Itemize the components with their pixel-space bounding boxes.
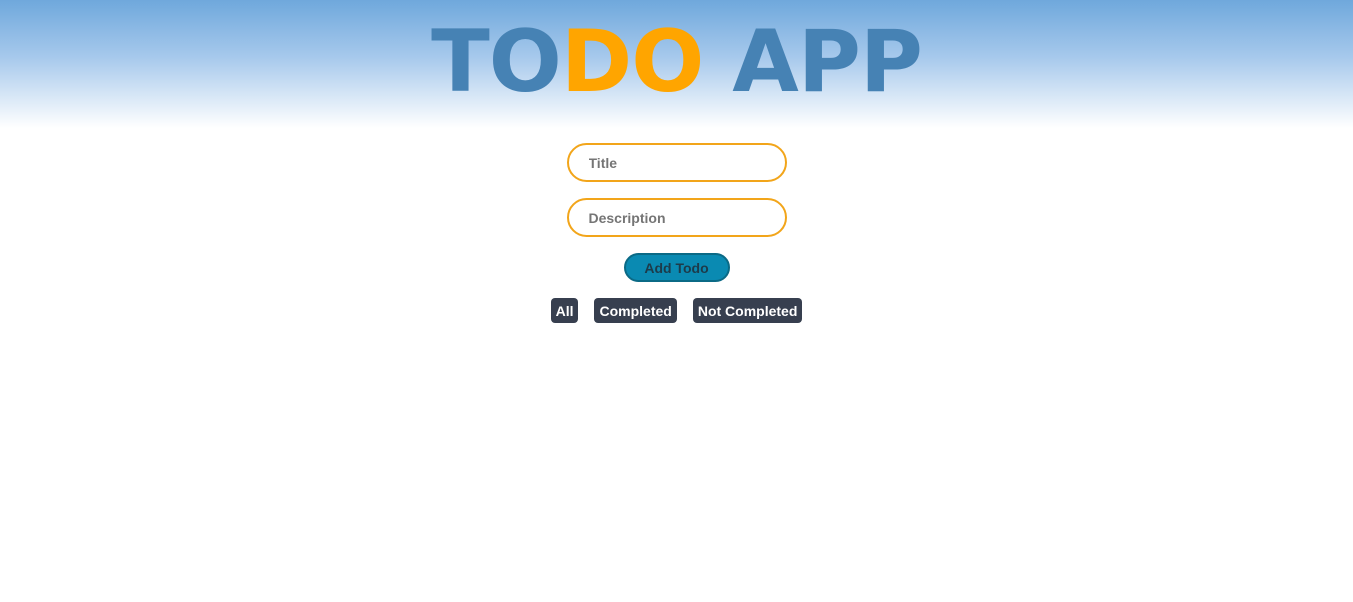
filter-bar: All Completed Not Completed <box>550 298 803 323</box>
app-title-part-do: DO <box>560 12 704 112</box>
add-todo-button[interactable]: Add Todo <box>623 253 730 282</box>
app-title-part-to: TO <box>431 12 562 112</box>
filter-completed-button[interactable]: Completed <box>594 298 677 323</box>
app-title-part-app: APP <box>703 12 923 112</box>
todo-form: Add Todo All Completed Not Completed <box>0 143 1353 323</box>
description-input[interactable] <box>566 198 787 237</box>
filter-not-completed-button[interactable]: Not Completed <box>692 298 803 323</box>
title-input[interactable] <box>566 143 787 182</box>
page-header: TODO APP <box>0 0 1353 128</box>
filter-all-button[interactable]: All <box>550 298 579 323</box>
app-title: TODO APP <box>0 14 1353 110</box>
